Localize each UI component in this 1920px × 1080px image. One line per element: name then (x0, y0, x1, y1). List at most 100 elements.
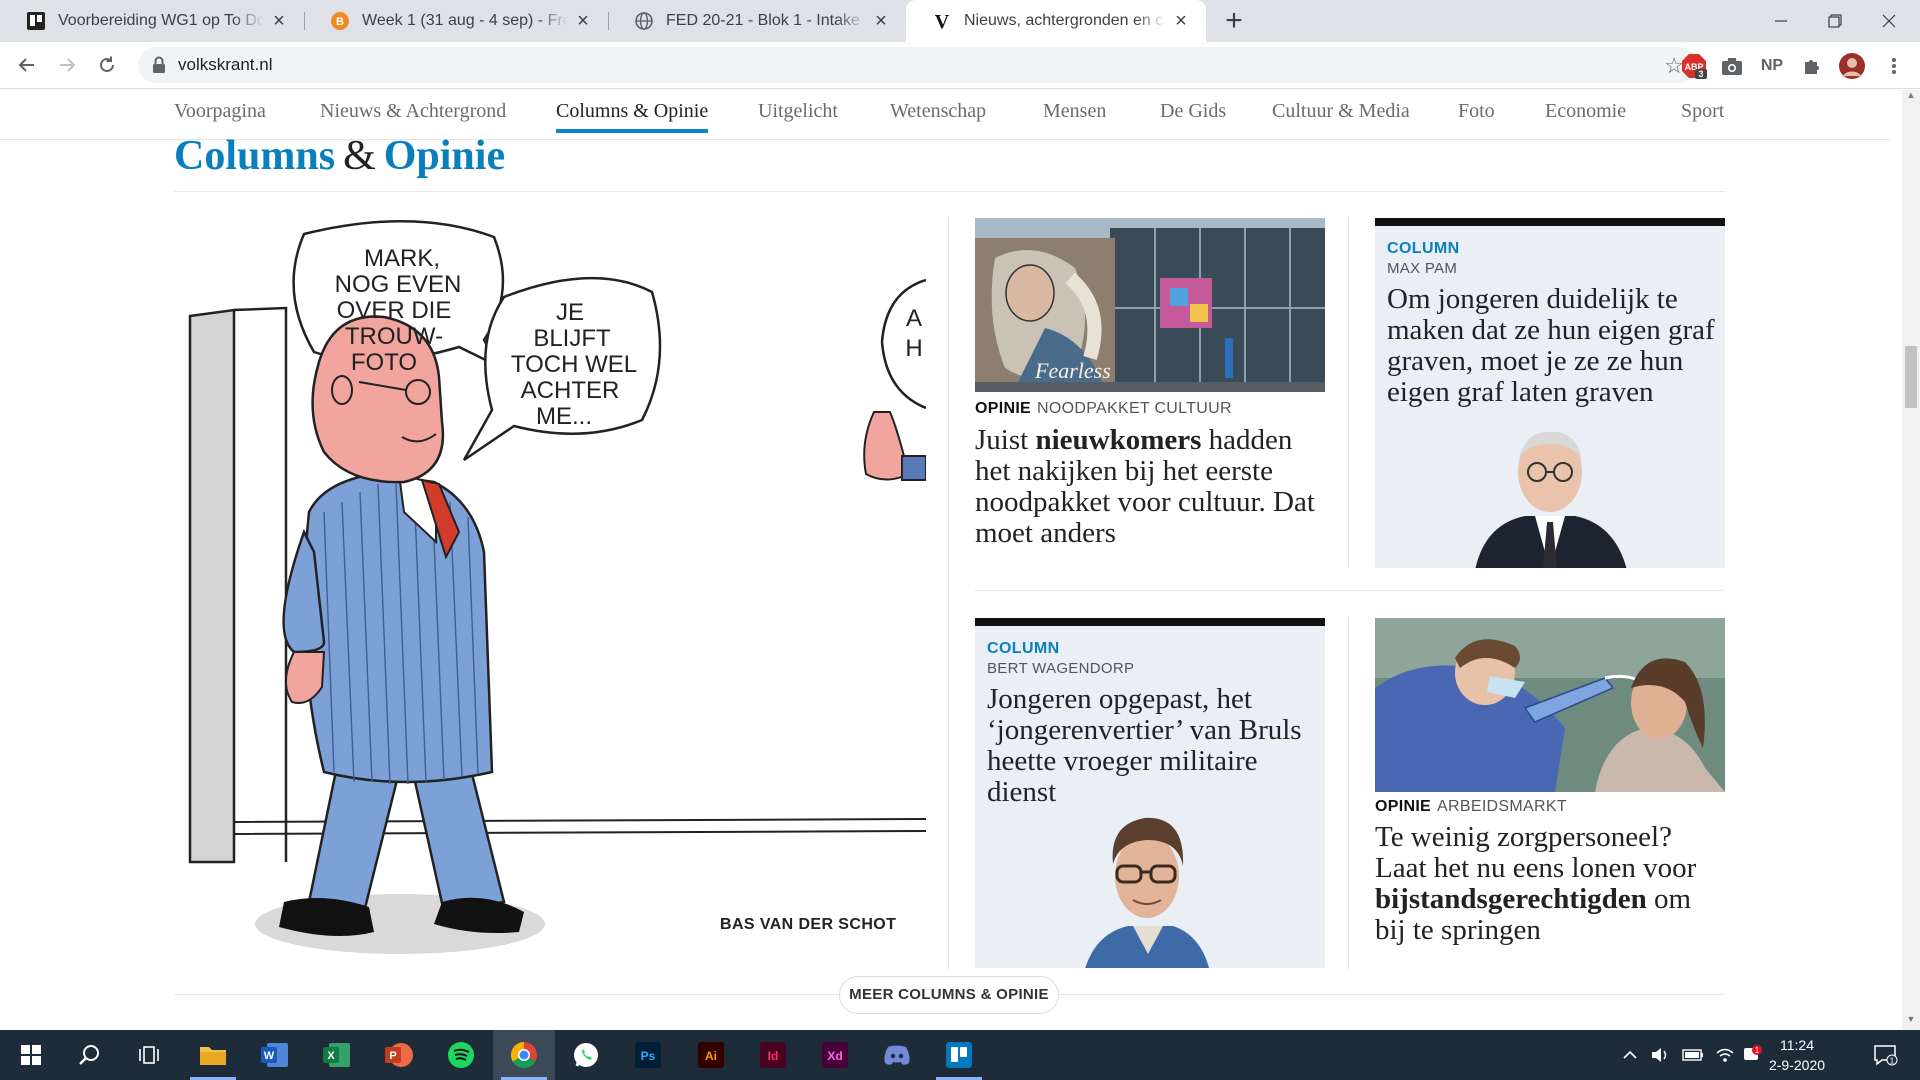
article-image (1375, 618, 1725, 792)
nav-uitgelicht[interactable]: Uitgelicht (758, 100, 838, 129)
illustrator-icon[interactable]: Ai (680, 1030, 742, 1080)
scroll-down-icon[interactable]: ▼ (1902, 1014, 1920, 1030)
svg-text:Id: Id (768, 1049, 779, 1063)
close-window-button[interactable] (1858, 0, 1920, 42)
nav-voorpagina[interactable]: Voorpagina (174, 100, 266, 129)
adblock-badge: 3 (1698, 69, 1703, 79)
arrow-right-icon (60, 58, 76, 72)
cartoon[interactable]: MARK, NOG EVEN OVER DIE TROUW- FOTO JE B… (174, 212, 926, 972)
column-title[interactable]: Jongeren opgepast, het ‘jongerenvertier’… (987, 684, 1317, 808)
nav-foto[interactable]: Foto (1458, 100, 1495, 129)
article-card-noodpakket[interactable]: Fearless OPINIE Noodpakket cultuur Juist … (975, 218, 1325, 558)
kicker-label: OPINIE (1375, 798, 1432, 815)
trello-icon[interactable] (928, 1030, 990, 1080)
column-card-max-pam[interactable]: COLUMN MAX PAM Om jongeren duidelijk te … (1375, 218, 1725, 568)
author-portrait (1085, 817, 1210, 968)
menu-kebab-icon[interactable] (1880, 52, 1908, 80)
spotify-icon[interactable] (430, 1030, 492, 1080)
tab-title: Voorbereiding WG1 op To Do List (58, 12, 264, 29)
headline-bold: bijstandsgerechtigden (1375, 883, 1647, 915)
discord-icon[interactable] (866, 1030, 928, 1080)
section-title-word2: Opinie (383, 133, 506, 179)
adblock-extension-icon[interactable]: ABP 3 (1680, 52, 1708, 80)
article-headline[interactable]: Juist nieuwkomers hadden het nakijken bi… (975, 425, 1325, 549)
svg-text:W: W (264, 1050, 275, 1062)
profile-avatar[interactable] (1838, 52, 1866, 80)
file-explorer-icon[interactable] (182, 1030, 244, 1080)
reload-button[interactable] (91, 49, 123, 81)
close-icon[interactable]: × (872, 11, 890, 31)
tab-title: Week 1 (31 aug - 4 sep) - Frontend (362, 12, 568, 29)
system-clock[interactable]: 11:24 2-9-2020 (1762, 1035, 1832, 1075)
action-center-icon[interactable]: 1 (1866, 1030, 1906, 1080)
article-headline[interactable]: Te weinig zorgpersoneel? Laat het nu een… (1375, 822, 1725, 946)
scroll-up-icon[interactable]: ▲ (1902, 90, 1920, 106)
task-view-icon[interactable] (118, 1030, 180, 1080)
battery-icon[interactable] (1680, 1030, 1706, 1080)
more-columns-button[interactable]: MEER COLUMNS & OPINIE (839, 976, 1059, 1014)
clock-date: 2-9-2020 (1768, 1057, 1826, 1073)
tab-volkskrant[interactable]: V Nieuws, achtergronden en columns × (906, 0, 1206, 42)
volume-icon[interactable] (1648, 1030, 1674, 1080)
section-title-word1: Columns (174, 133, 336, 179)
headline-bold: nieuwkomers (1035, 424, 1202, 456)
kicker-topic: Arbeidsmarkt (1437, 798, 1567, 815)
cartoon-bubble1-line: NOG EVEN (335, 271, 462, 298)
nav-sport[interactable]: Sport (1681, 100, 1724, 129)
nav-wetenschap[interactable]: Wetenschap (890, 100, 986, 129)
close-icon[interactable]: × (270, 11, 288, 31)
svg-text:Xd: Xd (827, 1049, 842, 1063)
restore-button[interactable] (1804, 0, 1866, 42)
section-title[interactable]: Columns & Opinie (174, 132, 505, 180)
puzzle-extensions-icon[interactable] (1798, 52, 1826, 80)
nav-columns-opinie[interactable]: Columns & Opinie (556, 100, 709, 133)
np-extension-icon[interactable]: NP (1758, 52, 1786, 80)
powerpoint-icon[interactable]: P (368, 1030, 430, 1080)
column-author: MAX PAM (1387, 260, 1458, 277)
svg-text:P: P (389, 1050, 396, 1062)
cartoon-bubble2-line: BLIJFT (533, 325, 611, 352)
svg-text:V: V (935, 11, 950, 31)
article-card-zorgpersoneel[interactable]: OPINIE Arbeidsmarkt Te weinig zorgpersone… (1375, 618, 1725, 968)
scrollbar-thumb[interactable] (1905, 346, 1917, 408)
column-divider (948, 217, 949, 970)
photoshop-icon[interactable]: Ps (617, 1030, 679, 1080)
chevron-up-icon[interactable] (1618, 1030, 1642, 1080)
nav-cultuur-media[interactable]: Cultuur & Media (1272, 100, 1410, 129)
search-icon[interactable] (58, 1030, 120, 1080)
word-icon[interactable]: W (244, 1030, 306, 1080)
tab-intake[interactable]: FED 20-21 - Blok 1 - Intake × (608, 0, 906, 42)
column-divider (1348, 617, 1349, 970)
tab-trello[interactable]: Voorbereiding WG1 op To Do List × (0, 0, 304, 42)
minimize-button[interactable] (1750, 0, 1812, 42)
close-icon[interactable]: × (1172, 11, 1190, 31)
clock-time: 11:24 (1780, 1037, 1814, 1053)
nav-mensen[interactable]: Mensen (1043, 100, 1106, 129)
page-scrollbar[interactable]: ▲ ▼ (1902, 90, 1920, 1030)
forward-button[interactable] (51, 49, 83, 81)
wifi-icon[interactable] (1712, 1030, 1738, 1080)
windows-start-icon[interactable] (0, 1030, 62, 1080)
new-tab-button[interactable]: + (1218, 6, 1250, 38)
cartoon-credit: BAS VAN DER SCHOT (720, 916, 897, 933)
nav-nieuws-achtergrond[interactable]: Nieuws & Achtergrond (320, 100, 506, 129)
chrome-icon[interactable] (493, 1030, 555, 1080)
section-divider (174, 191, 1725, 192)
indesign-icon[interactable]: Id (742, 1030, 804, 1080)
section-title-amp: & (343, 133, 376, 179)
column-card-bert-wagendorp[interactable]: COLUMN BERT WAGENDORP Jongeren opgepast,… (975, 618, 1325, 968)
tab-blogger[interactable]: B Week 1 (31 aug - 4 sep) - Frontend × (304, 0, 608, 42)
column-title[interactable]: Om jongeren duidelijk te maken dat ze hu… (1387, 284, 1717, 408)
cartoon-bubble3-line: H (905, 335, 922, 362)
nav-economie[interactable]: Economie (1545, 100, 1626, 129)
xd-icon[interactable]: Xd (804, 1030, 866, 1080)
excel-icon[interactable]: X (306, 1030, 368, 1080)
notification-app-icon[interactable]: 1 (1740, 1030, 1764, 1080)
address-bar[interactable]: volkskrant.nl ☆ (138, 47, 1698, 83)
camera-extension-icon[interactable] (1718, 52, 1746, 80)
nav-de-gids[interactable]: De Gids (1160, 100, 1226, 129)
close-icon[interactable]: × (574, 11, 592, 31)
globe-icon (634, 11, 654, 31)
back-button[interactable] (11, 49, 43, 81)
whatsapp-icon[interactable] (555, 1030, 617, 1080)
